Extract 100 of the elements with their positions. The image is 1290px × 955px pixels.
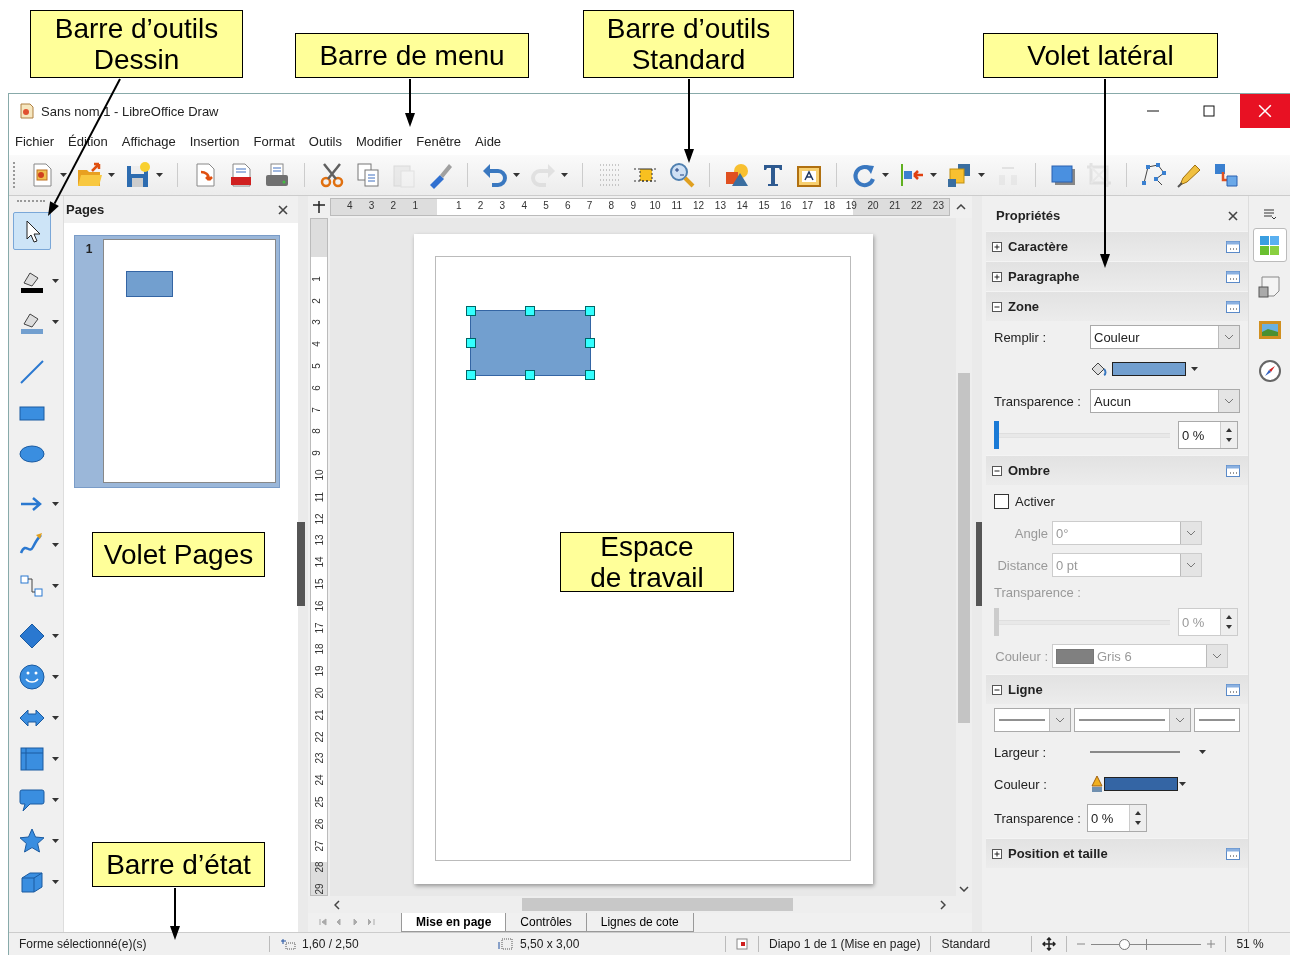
collapse-icon[interactable] [992,684,1002,695]
dropdown-arrow-icon[interactable] [52,633,59,638]
resize-handle[interactable] [525,370,535,380]
more-options-icon[interactable] [1226,464,1240,477]
dropdown-arrow-icon[interactable] [52,278,59,283]
dropdown-arrow-icon[interactable] [52,501,59,506]
line-width-preview[interactable] [1090,750,1180,754]
chevron-down-icon [1186,562,1196,568]
resize-handle[interactable] [525,306,535,316]
checkbox[interactable] [994,493,1009,509]
collapse-icon[interactable] [992,301,1002,312]
menu-item[interactable]: Fenêtre [416,134,462,149]
align-icon[interactable] [898,161,926,189]
status-text: Forme sélectionné(e)(s) [19,937,148,951]
scroll-right-icon[interactable] [940,899,946,910]
folder-icon[interactable] [76,161,104,189]
dropdown-arrow-icon[interactable] [513,173,520,177]
resize-handle[interactable] [465,338,476,348]
layout-tab[interactable]: Mise en page [401,913,507,932]
compass-icon[interactable] [1257,359,1282,383]
dropdown-arrow-icon[interactable] [1191,367,1198,371]
spin-field[interactable]: 0 % [1086,804,1147,832]
shapes-icon[interactable] [723,161,751,189]
dropdown-arrow-icon[interactable] [978,173,985,177]
dropdown[interactable]: Aucun [1090,389,1240,413]
toolbar-grip[interactable] [13,162,17,188]
floppy-disk-icon[interactable] [124,161,152,189]
expand-icon[interactable] [992,241,1002,252]
more-options-icon[interactable] [1226,847,1240,860]
slider-thumb[interactable] [1119,938,1131,950]
dropdown-arrow-icon[interactable] [60,173,67,177]
menu-item[interactable]: Aide [475,134,502,149]
dropdown-arrow-icon[interactable] [930,173,937,177]
scroll-up-icon[interactable] [956,204,966,210]
resize-handle[interactable] [584,306,595,316]
close-icon[interactable] [278,204,288,215]
dropdown-arrow-icon[interactable] [52,797,59,802]
expand-icon[interactable] [992,848,1002,859]
menu-item[interactable]: Outils [308,134,342,149]
dropdown-arrow-icon[interactable] [52,715,59,720]
tab-stop-icon[interactable] [312,200,326,214]
line-style-dropdown[interactable] [1194,708,1240,732]
section-header[interactable]: Zone [986,291,1248,321]
menu-item[interactable]: Fichier [15,134,54,149]
dropdown-arrow-icon[interactable] [882,173,889,177]
document-modified-icon[interactable] [736,938,748,950]
more-options-icon[interactable] [1226,683,1240,696]
menu-icon[interactable] [1262,208,1277,220]
dropdown-arrow-icon[interactable] [52,583,59,588]
scissors-icon[interactable] [318,161,346,189]
collapse-handle[interactable] [297,522,305,606]
annotation-arrow [170,887,180,940]
collapse-handle[interactable] [976,522,982,606]
section-header[interactable]: Position et taille [986,838,1248,868]
dropdown-arrow-icon[interactable] [52,319,59,324]
layout-tab[interactable]: Lignes de cote [585,913,694,932]
paint-bucket-icon[interactable] [1090,361,1108,377]
menu-item[interactable]: Modifier [356,134,403,149]
dropdown-arrow-icon[interactable] [52,542,59,547]
menu-item[interactable]: Format [253,134,295,149]
page-icon[interactable] [1257,275,1282,299]
scroll-left-icon[interactable] [334,899,340,910]
printer-icon[interactable] [263,161,291,189]
dropdown-arrow-icon[interactable] [52,879,59,884]
resize-handle[interactable] [465,306,476,316]
more-options-icon[interactable] [1226,240,1240,253]
zoom-icon[interactable] [668,161,696,189]
line-style-dropdown[interactable] [994,708,1071,732]
dropdown[interactable]: Couleur [1090,325,1240,349]
dropdown-arrow-icon[interactable] [52,838,59,843]
color-swatch[interactable] [1104,777,1178,791]
more-options-icon[interactable] [1226,300,1240,313]
section-header[interactable]: Ligne [986,674,1248,704]
section-header[interactable]: Ombre [986,455,1248,485]
pen-icon[interactable] [1090,775,1104,793]
dropdown-arrow-icon[interactable] [1179,782,1186,786]
color-swatch[interactable] [1112,362,1186,376]
spin-field[interactable]: 0 % [1178,421,1238,449]
dropdown-arrow-icon[interactable] [156,173,163,177]
close-icon[interactable] [1228,210,1238,221]
menu-item[interactable]: Affichage [121,134,176,149]
dropdown-arrow-icon[interactable] [108,173,115,177]
section-header[interactable]: Paragraphe [986,261,1248,291]
section-header[interactable]: Caractère [986,231,1248,261]
menu-item[interactable]: Insertion [189,134,240,149]
scroll-down-icon[interactable] [959,886,969,892]
cubes-icon[interactable] [1212,161,1240,189]
resize-handle[interactable] [584,338,595,348]
line-style-dropdown[interactable] [1074,708,1191,732]
resize-handle[interactable] [584,370,595,380]
slider-thumb[interactable] [994,421,999,449]
collapse-icon[interactable] [992,465,1002,476]
expand-icon[interactable] [992,271,1002,282]
resize-handle[interactable] [465,370,476,380]
maximize-icon[interactable] [1203,105,1215,117]
dropdown-arrow-icon[interactable] [52,756,59,761]
slide-thumbnail[interactable]: 1 [74,235,280,488]
more-options-icon[interactable] [1226,270,1240,283]
dropdown-arrow-icon[interactable] [52,674,59,679]
dropdown-arrow-icon[interactable] [1199,750,1206,754]
